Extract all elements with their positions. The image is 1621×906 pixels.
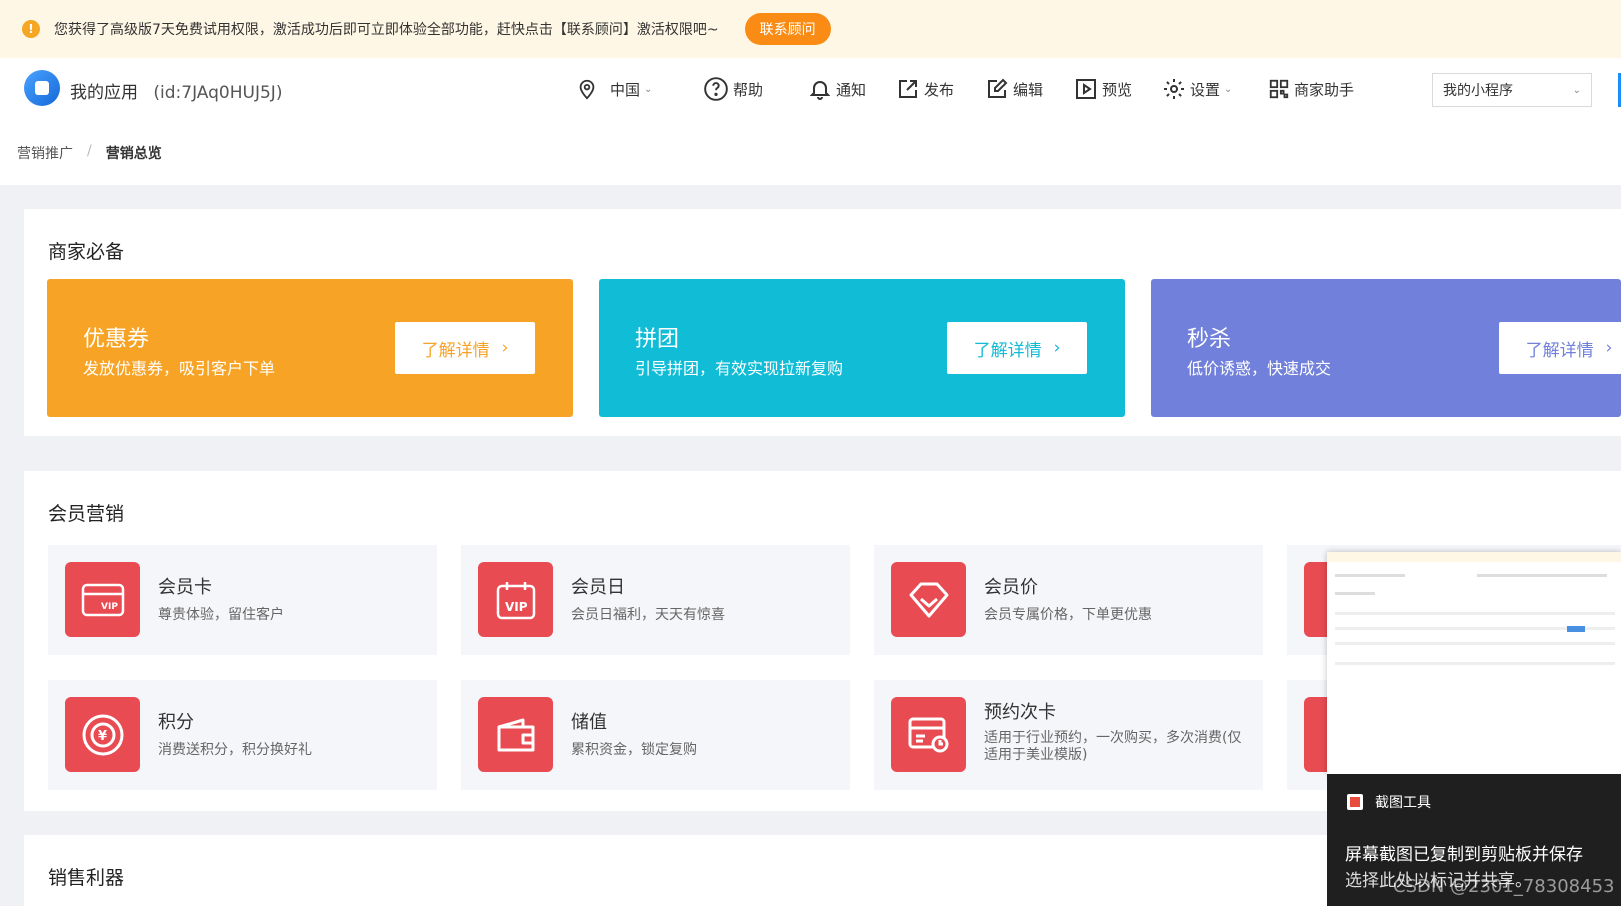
- breadcrumb: 营销推广 / 营销总览: [17, 143, 162, 163]
- group-buy-detail-button[interactable]: 了解详情 ›: [947, 322, 1087, 374]
- notify-button[interactable]: 通知: [808, 73, 866, 105]
- snipping-tool-icon: [1347, 794, 1363, 810]
- app-id: (id:7JAq0HUJ5J): [153, 83, 283, 103]
- merchant-helper-label: 商家助手: [1294, 80, 1355, 99]
- stored-value-tile[interactable]: 储值 累积资金，锁定复购: [461, 680, 850, 790]
- app-name: 我的应用: [70, 83, 138, 103]
- publish-label: 发布: [924, 80, 955, 99]
- member-title: 会员营销: [48, 503, 125, 525]
- svg-text:VIP: VIP: [505, 600, 528, 614]
- tile-desc: 累积资金，锁定复购: [571, 742, 697, 758]
- tile-title: 会员日: [571, 577, 625, 598]
- promo-title: 优惠券: [83, 327, 150, 352]
- coupon-detail-button[interactable]: 了解详情 ›: [395, 322, 535, 374]
- coupon-promo[interactable]: 优惠券 发放优惠券，吸引客户下单 了解详情 ›: [47, 279, 573, 417]
- breadcrumb-current: 营销总览: [105, 146, 162, 162]
- help-button[interactable]: 帮助: [703, 73, 763, 105]
- region-selector[interactable]: 中国 ⌄: [576, 73, 652, 105]
- preview-button[interactable]: 预览: [1074, 73, 1132, 105]
- svg-text:VIP: VIP: [101, 602, 118, 612]
- warning-icon: !: [22, 20, 40, 38]
- tile-title: 积分: [158, 712, 194, 733]
- booking-card-tile[interactable]: 预约次卡 适用于行业预约，一次购买，多次消费(仅适用于美业模版): [874, 680, 1263, 790]
- tile-desc: 尊贵体验，留住客户: [158, 607, 284, 623]
- region-label: 中国: [610, 80, 641, 99]
- wallet-icon: [478, 697, 553, 772]
- publish-icon: [899, 80, 917, 98]
- notice-text: 您获得了高级版7天免费试用权限，激活成功后即可立即体验全部功能，赶快点击【联系顾…: [54, 22, 719, 38]
- top-header: 我的应用 (id:7JAq0HUJ5J) 中国 ⌄ 帮助 通知 发布 编辑 预览…: [0, 58, 1621, 120]
- chevron-right-icon: ›: [1605, 338, 1613, 358]
- chevron-down-icon: ⌄: [644, 83, 653, 95]
- tile-desc: 适用于行业预约，一次购买，多次消费(仅适用于美业模版): [984, 730, 1242, 763]
- points-icon: ¥: [65, 697, 140, 772]
- flash-sale-detail-button[interactable]: 了解详情 ›: [1499, 322, 1621, 374]
- help-icon: [704, 77, 728, 101]
- tile-desc: 消费送积分，积分换好礼: [158, 742, 312, 758]
- merchant-helper-button[interactable]: 商家助手: [1268, 73, 1354, 105]
- edit-button[interactable]: 编辑: [985, 73, 1043, 105]
- promo-subtitle: 发放优惠券，吸引客户下单: [83, 359, 276, 378]
- flash-sale-promo[interactable]: 秒杀 低价诱惑，快速成交 了解详情 ›: [1151, 279, 1621, 417]
- vip-card-icon: VIP: [65, 562, 140, 637]
- member-card-tile[interactable]: VIP 会员卡 尊贵体验，留住客户: [48, 545, 437, 655]
- settings-dropdown[interactable]: 设置 ⌄: [1162, 73, 1232, 105]
- notify-label: 通知: [836, 80, 867, 99]
- contact-advisor-button[interactable]: 联系顾问: [744, 13, 831, 45]
- vip-calendar-icon: VIP: [478, 562, 553, 637]
- group-buy-promo[interactable]: 拼团 引导拼团，有效实现拉新复购 了解详情 ›: [599, 279, 1125, 417]
- edit-icon: [988, 78, 1008, 98]
- member-day-tile[interactable]: VIP 会员日 会员日福利，天天有惊喜: [461, 545, 850, 655]
- qr-code-icon: [1269, 79, 1289, 99]
- app-logo: [24, 70, 60, 106]
- app-title: 我的应用 (id:7JAq0HUJ5J): [70, 78, 282, 103]
- preview-play-icon: [1076, 79, 1096, 99]
- chevron-down-icon: ⌄: [1572, 84, 1581, 96]
- chevron-right-icon: ›: [501, 338, 509, 358]
- publish-button[interactable]: 发布: [896, 73, 954, 105]
- diamond-icon: [891, 562, 966, 637]
- tile-title: 预约次卡: [984, 702, 1056, 723]
- snip-tool-message: 屏幕截图已复制到剪贴板并保存: [1345, 845, 1583, 865]
- location-pin-icon: [579, 79, 595, 100]
- essentials-card: 商家必备 优惠券 发放优惠券，吸引客户下单 了解详情 › 拼团 引导拼团，有效实…: [24, 209, 1621, 436]
- snip-tool-title: 截图工具: [1375, 795, 1431, 811]
- miniprogram-select[interactable]: 我的小程序 ⌄: [1432, 73, 1592, 107]
- member-price-tile[interactable]: 会员价 会员专属价格，下单更优惠: [874, 545, 1263, 655]
- help-label: 帮助: [733, 80, 764, 99]
- trial-notice-bar: ! 您获得了高级版7天免费试用权限，激活成功后即可立即体验全部功能，赶快点击【联…: [0, 0, 1621, 58]
- svg-text:¥: ¥: [98, 729, 107, 744]
- tile-title: 会员价: [984, 577, 1038, 598]
- gear-icon: [1164, 79, 1184, 99]
- essentials-title: 商家必备: [48, 241, 125, 263]
- detail-button-label: 了解详情: [973, 340, 1042, 361]
- breadcrumb-parent[interactable]: 营销推广: [17, 143, 73, 163]
- promo-subtitle: 引导拼团，有效实现拉新复购: [635, 359, 844, 378]
- screenshot-thumbnail[interactable]: [1327, 552, 1621, 774]
- promo-title: 秒杀: [1187, 327, 1232, 352]
- booking-card-icon: [891, 697, 966, 772]
- detail-button-label: 了解详情: [421, 340, 490, 361]
- breadcrumb-separator: /: [87, 143, 92, 159]
- tile-title: 会员卡: [158, 577, 212, 598]
- tile-desc: 会员专属价格，下单更优惠: [984, 607, 1152, 623]
- sales-title: 销售利器: [48, 867, 125, 889]
- miniprogram-select-value: 我的小程序: [1443, 83, 1513, 99]
- tile-title: 储值: [571, 712, 607, 733]
- tile-desc: 会员日福利，天天有惊喜: [571, 607, 725, 623]
- preview-label: 预览: [1102, 80, 1133, 99]
- chevron-down-icon: ⌄: [1224, 83, 1233, 95]
- bell-icon: [809, 81, 831, 100]
- csdn-watermark: CSDN @2301_78308453: [1393, 876, 1615, 897]
- detail-button-label: 了解详情: [1525, 340, 1594, 361]
- edit-label: 编辑: [1013, 80, 1044, 99]
- promo-subtitle: 低价诱惑，快速成交: [1187, 359, 1332, 378]
- chevron-right-icon: ›: [1053, 338, 1061, 358]
- promo-title: 拼团: [635, 327, 680, 352]
- points-tile[interactable]: ¥ 积分 消费送积分，积分换好礼: [48, 680, 437, 790]
- settings-label: 设置: [1190, 80, 1221, 99]
